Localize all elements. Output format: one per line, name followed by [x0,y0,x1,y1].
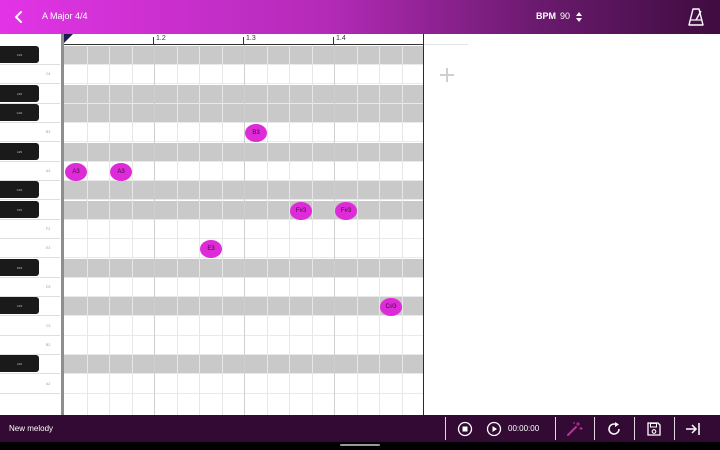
time-display: 00:00:00 [508,424,540,433]
note-csharp3[interactable]: C#3 [380,298,402,316]
step-line [402,45,403,415]
black-key[interactable]: A#2 [0,355,39,372]
back-button[interactable] [8,6,30,28]
add-button[interactable] [438,66,456,84]
step-line [109,45,110,415]
step-line [177,45,178,415]
ruler-label: 1.2 [156,35,166,42]
white-key-label: A3 [46,169,51,173]
black-key[interactable]: C#4 [0,46,39,63]
loop-icon [607,421,620,435]
toolbar-separator [445,417,446,440]
black-key[interactable]: C#3 [0,297,39,314]
step-line [132,45,133,415]
play-button[interactable] [484,419,503,438]
white-key-label: C3 [46,324,51,328]
step-line [334,45,335,415]
toolbar-separator [594,417,595,440]
timeline-ruler[interactable]: 1.2 1.3 1.4 [64,34,424,45]
loop-button[interactable] [604,419,623,438]
nav-gesture-handle[interactable] [340,444,380,446]
melody-name[interactable]: New melody [9,424,53,433]
key-divider [0,315,60,317]
note-a3[interactable]: A3 [65,163,87,181]
black-key[interactable]: A#3 [0,143,39,160]
bpm-label: BPM [536,11,556,21]
black-key[interactable]: G#3 [0,181,39,198]
key-divider [0,238,60,240]
bpm-stepper[interactable] [574,10,584,24]
key-divider [0,373,60,375]
playhead-marker[interactable] [64,34,73,43]
metronome-button[interactable] [686,7,706,27]
step-line [87,45,88,415]
toolbar-separator [634,417,635,440]
save-icon [646,421,661,436]
note-b3[interactable]: B3 [245,124,267,142]
song-title: A Major 4/4 [42,11,88,21]
key-divider [0,161,60,163]
note-fsharp3[interactable]: F#3 [290,202,312,220]
piano-keyboard[interactable]: C#4 C4 A#3 G#3 B3 A#3 A3 G#3 F#3 F3 E3 D#3 D3 C#3 C3 B2… [0,34,62,415]
stop-button[interactable] [455,419,474,438]
bpm-value[interactable]: 90 [560,11,570,21]
ruler-tick [243,37,244,45]
white-key-label: D3 [46,285,51,289]
ruler-label: 1.3 [246,35,256,42]
magic-wand-icon [566,421,582,436]
note-e3[interactable]: E3 [200,240,222,258]
chevron-left-icon [15,11,22,23]
magic-wand-button[interactable] [564,419,583,438]
black-key[interactable]: F#3 [0,201,39,218]
white-key-label: A2 [46,382,51,386]
top-bar: A Major 4/4 BPM 90 [0,0,720,34]
key-divider [0,122,60,124]
black-key[interactable]: A#3 [0,85,39,102]
export-button[interactable] [683,419,702,438]
grid-end-line [423,34,424,415]
toolbar-separator [674,417,675,440]
key-divider [0,393,60,395]
step-line [199,45,200,415]
white-key-label: E3 [46,246,51,250]
toolbar-separator [555,417,556,440]
step-line [312,45,313,415]
key-divider [0,277,60,279]
step-line [222,45,223,415]
stop-icon [457,421,472,436]
key-divider [0,64,60,66]
ruler-tick [333,37,334,45]
key-divider [0,219,60,221]
bottom-toolbar: New melody 00:00:00 [0,415,720,442]
note-a3[interactable]: A3 [110,163,132,181]
up-down-arrows-icon [576,12,582,22]
note-fsharp3[interactable]: F#3 [335,202,357,220]
step-line [154,45,155,415]
play-icon [486,421,501,436]
piano-roll-app: A Major 4/4 BPM 90 C#4 C4 A#3 G#3 B3 A#3 A3 G#3… [0,0,720,450]
black-key[interactable]: G#3 [0,104,39,121]
save-button[interactable] [644,419,663,438]
note-grid[interactable]: B3 A3 A3 F#3 F#3 E3 C#3 [64,45,424,415]
export-icon [685,422,700,435]
metronome-icon [688,8,704,26]
white-key-label: F3 [46,227,51,231]
white-key-label: B3 [46,130,51,134]
ruler-label: 1.4 [336,35,346,42]
white-key-label: B2 [46,343,51,347]
step-line [267,45,268,415]
step-line [244,45,245,415]
ruler-extension [424,44,468,45]
step-line [357,45,358,415]
black-key[interactable]: D#3 [0,259,39,276]
key-divider [0,335,60,337]
plus-icon [440,68,454,82]
step-line [379,45,380,415]
step-line [289,45,290,415]
ruler-tick [153,37,154,45]
white-key-label: C4 [46,72,51,76]
